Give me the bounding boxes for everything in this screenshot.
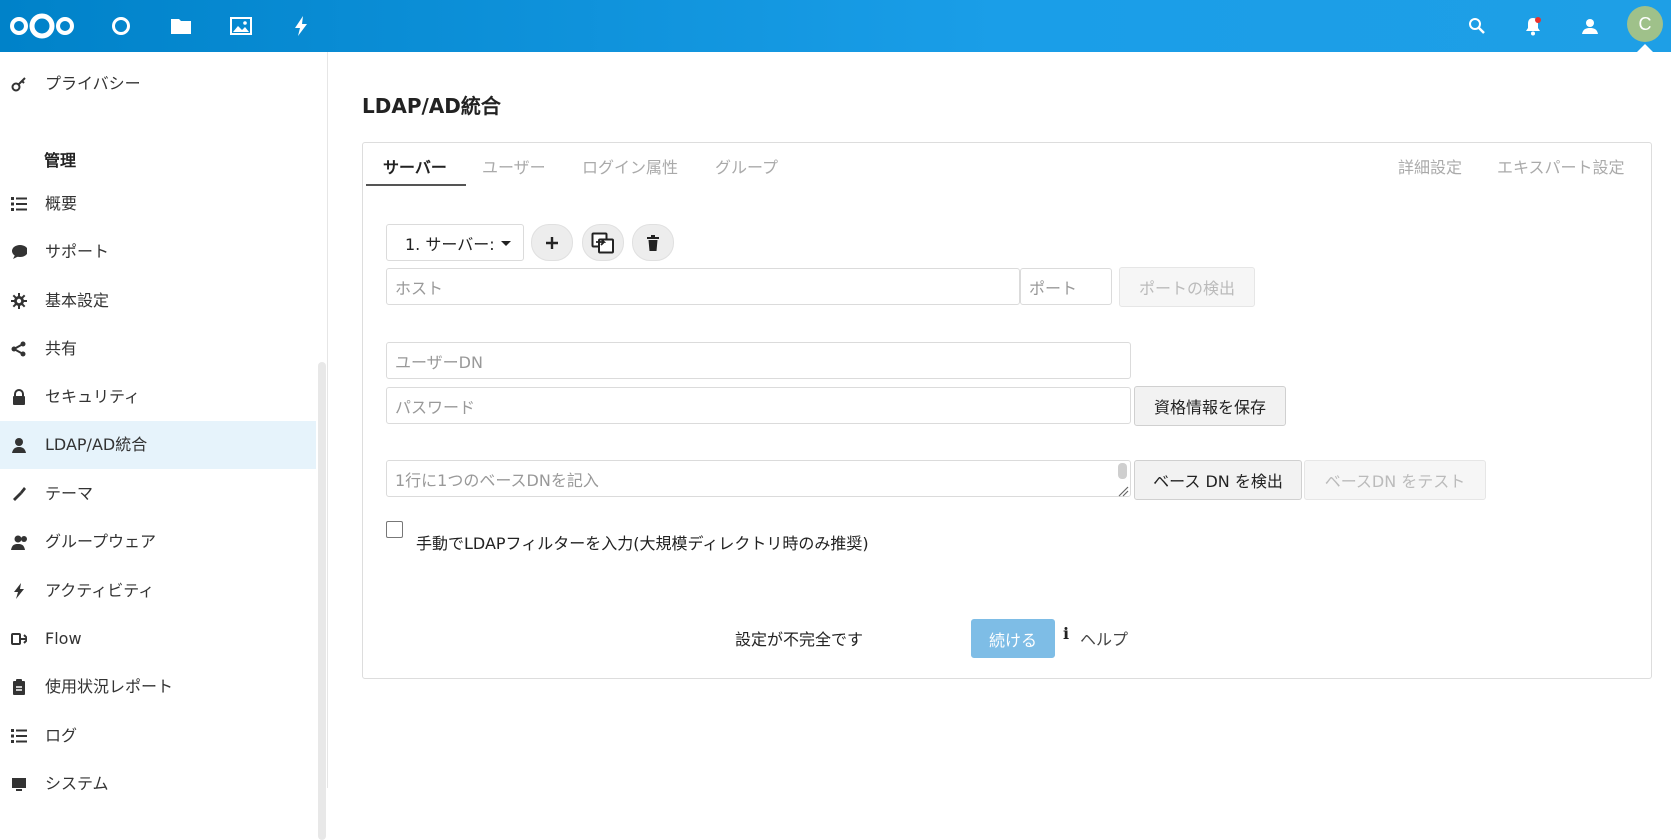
menu-caret [1637, 44, 1653, 52]
sidebar-item-label: 使用状況レポート [45, 677, 174, 696]
sidebar-item-label: テーマ [45, 484, 94, 503]
sidebar-item-theme[interactable]: テーマ [0, 470, 316, 518]
detect-port-button[interactable]: ポートの検出 [1119, 267, 1255, 307]
textarea-scrollbar[interactable] [1118, 463, 1127, 479]
tab-users[interactable]: ユーザー [482, 154, 546, 178]
port-input[interactable]: ポート [1020, 268, 1112, 305]
password-input[interactable]: パスワード [386, 387, 1131, 424]
sidebar-item-support[interactable]: サポート [0, 228, 316, 276]
group-icon [11, 534, 27, 550]
sidebar-item-label: 概要 [45, 194, 78, 213]
tab-expert[interactable]: エキスパート設定 [1497, 154, 1625, 178]
sidebar-item-ldap[interactable]: LDAP/AD統合 [0, 421, 316, 469]
flow-icon [11, 631, 27, 647]
user-icon [11, 437, 27, 453]
dashboard-icon[interactable] [108, 0, 134, 52]
copy-icon [591, 232, 614, 253]
share-icon [11, 341, 27, 357]
sidebar-item-basic-settings[interactable]: 基本設定 [0, 277, 316, 325]
sidebar-item-label: ログ [45, 726, 78, 745]
sidebar-item-label: セキュリティ [45, 387, 141, 406]
sidebar-item-label: アクティビティ [45, 581, 155, 600]
gear-icon [11, 293, 27, 309]
user-dn-input[interactable]: ユーザーDN [386, 342, 1131, 379]
trash-icon [647, 234, 659, 251]
lock-icon [11, 389, 27, 405]
files-icon[interactable] [168, 0, 194, 52]
sidebar-item-label: Flow [45, 629, 82, 648]
sidebar-item-groupware[interactable]: グループウェア [0, 518, 316, 566]
sidebar-item-activity[interactable]: アクティビティ [0, 567, 316, 615]
key-icon [11, 76, 27, 92]
sidebar-item-label: 基本設定 [45, 291, 110, 310]
list-icon [11, 728, 27, 744]
copy-server-button[interactable] [582, 224, 624, 261]
list-icon [11, 196, 27, 212]
sidebar-scrollbar[interactable] [318, 362, 326, 840]
plus-icon [546, 236, 558, 249]
tab-groups[interactable]: グループ [715, 154, 778, 178]
active-tab-indicator [366, 184, 466, 186]
test-base-dn-button[interactable]: ベースDN をテスト [1304, 460, 1486, 500]
paint-brush-icon [11, 486, 27, 502]
sidebar-item-privacy[interactable]: プライバシー [0, 60, 316, 108]
info-icon: i [1063, 624, 1070, 643]
page-title: LDAP/AD統合 [362, 94, 501, 118]
resize-handle-icon[interactable] [1117, 482, 1129, 497]
sidebar-item-usage-report[interactable]: 使用状況レポート [0, 663, 316, 711]
help-link[interactable]: ヘルプ [1080, 626, 1128, 650]
search-icon[interactable] [1465, 0, 1489, 52]
sidebar-item-label: プライバシー [45, 74, 141, 93]
section-title-admin: 管理 [44, 151, 77, 170]
sidebar-item-label: グループウェア [45, 532, 157, 551]
delete-server-button[interactable] [632, 224, 674, 261]
nextcloud-logo[interactable] [8, 0, 76, 52]
notifications-icon[interactable] [1521, 0, 1545, 52]
photos-icon[interactable] [228, 0, 254, 52]
configuration-status: 設定が不完全です [735, 630, 864, 649]
contacts-icon[interactable] [1578, 0, 1602, 52]
tab-advanced[interactable]: 詳細設定 [1398, 154, 1462, 178]
activity-icon[interactable] [288, 0, 314, 52]
sidebar-item-security[interactable]: セキュリティ [0, 373, 316, 421]
sidebar-item-system[interactable]: システム [0, 760, 316, 808]
tab-login-attributes[interactable]: ログイン属性 [582, 154, 678, 178]
save-credentials-button[interactable]: 資格情報を保存 [1134, 386, 1286, 426]
user-avatar[interactable]: C [1627, 6, 1663, 42]
tab-server[interactable]: サーバー [383, 154, 447, 178]
sidebar-item-label: LDAP/AD統合 [45, 435, 148, 454]
detect-base-dn-button[interactable]: ベース DN を検出 [1134, 460, 1302, 500]
chevron-down-icon [501, 241, 511, 246]
manual-filter-checkbox[interactable] [386, 521, 403, 538]
speech-bubble-icon [11, 244, 27, 260]
sidebar-item-flow[interactable]: Flow [0, 615, 316, 663]
clipboard-icon [11, 679, 27, 695]
continue-button[interactable]: 続ける [971, 619, 1055, 658]
top-header: C [0, 0, 1671, 52]
sidebar-item-sharing[interactable]: 共有 [0, 325, 316, 373]
sidebar-item-log[interactable]: ログ [0, 712, 316, 760]
lightning-icon [11, 583, 27, 599]
server-select-value: 1. サーバー: [405, 234, 495, 254]
host-input[interactable]: ホスト [386, 268, 1020, 305]
manual-filter-label: 手動でLDAPフィルターを入力(大規模ディレクトリ時のみ推奨) [416, 534, 869, 553]
sidebar-item-label: システム [45, 774, 109, 793]
sidebar-item-label: サポート [45, 242, 110, 261]
sidebar-item-label: 共有 [45, 339, 78, 358]
system-icon [11, 776, 27, 792]
server-select[interactable]: 1. サーバー: [386, 224, 524, 261]
sidebar-item-overview[interactable]: 概要 [0, 180, 316, 228]
base-dn-textarea[interactable]: 1行に1つのベースDNを記入 [386, 460, 1131, 497]
add-server-button[interactable] [531, 224, 573, 261]
